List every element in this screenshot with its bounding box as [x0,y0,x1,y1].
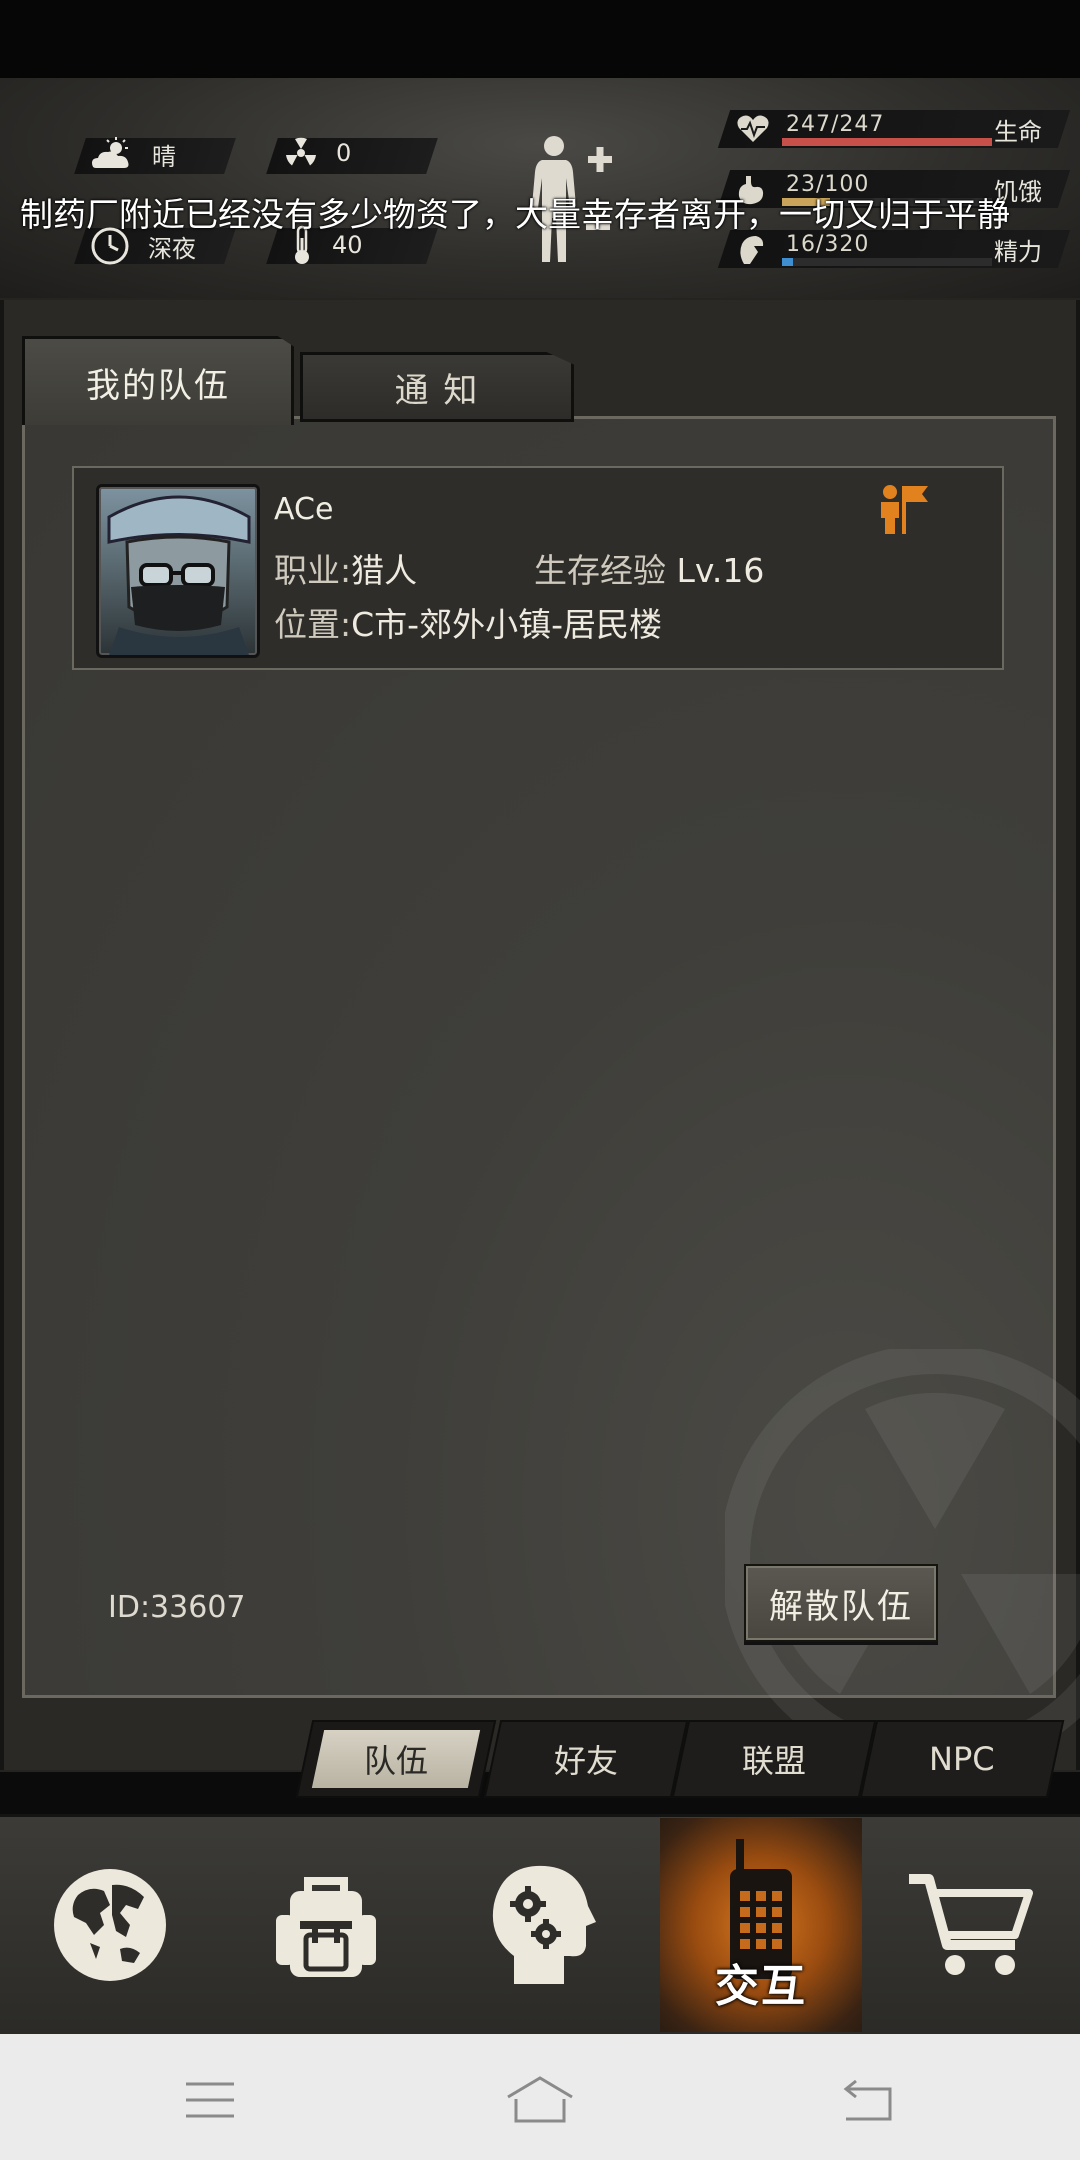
subtab-npc-label: NPC [929,1740,995,1778]
loc-value: C市-郊外小镇-居民楼 [351,605,662,644]
backpack-icon [276,1877,376,1977]
exp-label: 生存经验 [534,551,666,590]
energy-bolt-icon [740,236,764,264]
health-label: 生命 [994,118,1042,146]
team-id: ID:33607 [108,1590,246,1625]
nav-interact[interactable]: 交互 [660,1818,862,2032]
subtab-npc[interactable]: NPC [859,1720,1065,1798]
masked-survivor-portrait [107,495,251,655]
back-button[interactable] [818,2060,918,2140]
energy-label: 精力 [994,238,1042,266]
health-bar: 247/247 生命 [717,110,1071,148]
tab-my-team-label: 我的队伍 [86,365,230,406]
status-bar [0,0,1080,78]
shopping-cart-icon [909,1874,1033,1975]
nav-backpack[interactable] [236,1818,416,2032]
member-experience: 生存经验 Lv.16 [534,544,764,592]
disband-team-button[interactable]: 解散队伍 [744,1564,938,1642]
tab-notice-label: 通 知 [394,370,480,411]
menu-icon [186,2082,234,2118]
member-avatar[interactable] [96,484,260,658]
subtab-alliance[interactable]: 联盟 [671,1720,877,1798]
home-button[interactable] [490,2060,590,2140]
member-location: 位置:C市-郊外小镇-居民楼 [274,598,662,646]
heart-icon [737,115,769,142]
member-name: ACe [274,492,334,527]
nav-skills[interactable] [450,1818,630,2032]
head-gears-icon [492,1865,596,1984]
health-fill [782,138,992,146]
disband-label: 解散队伍 [769,1586,913,1627]
news-ticker: 制药厂附近已经没有多少物资了，大量幸存者离开，一切又归于平静 [20,195,1010,234]
radiation-watermark-icon [725,1349,1080,1769]
globe-icon [54,1869,166,1981]
loc-label: 位置: [274,605,352,644]
member-job: 职业:猎人 [274,544,417,592]
radiation-value: 0 [336,139,352,167]
weather-label: 晴 [152,142,176,171]
job-value: 猎人 [351,551,418,590]
cloud-sun-icon [92,137,129,168]
home-icon [507,2076,573,2123]
subtab-team-label: 队伍 [363,1742,428,1780]
subtab-team[interactable]: 队伍 [295,1720,497,1798]
tab-notice[interactable]: 通 知 [300,352,574,422]
health-value: 247/247 [786,112,885,137]
nav-interact-label: 交互 [715,1961,807,2012]
exp-value: Lv.16 [676,551,765,590]
nav-shop[interactable] [880,1818,1060,2032]
tab-my-team[interactable]: 我的队伍 [22,336,294,425]
energy-fill [782,258,793,266]
menu-button[interactable] [160,2060,260,2140]
team-leader-flag-icon [881,485,928,534]
weather-indicator: 晴 [90,136,176,172]
subtab-alliance-label: 联盟 [741,1742,806,1780]
back-icon [843,2079,892,2121]
nav-world-map[interactable] [20,1818,200,2032]
subtab-friends[interactable]: 好友 [483,1720,689,1798]
job-label: 职业: [274,551,352,590]
radiation-indicator: 0 [284,136,351,170]
radiation-icon [286,137,316,166]
subtab-friends-label: 好友 [553,1742,618,1780]
